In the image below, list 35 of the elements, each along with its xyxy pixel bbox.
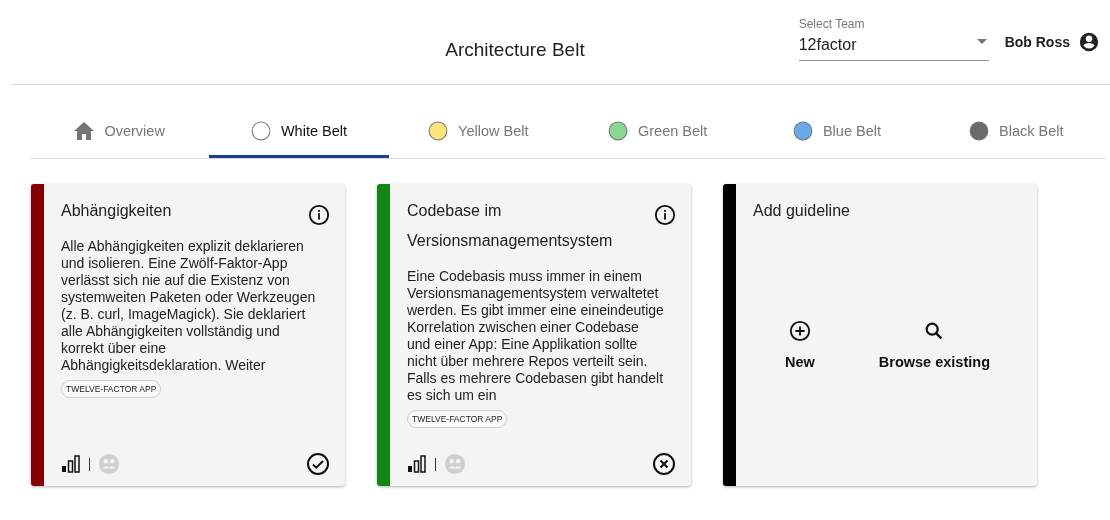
add-circle-icon	[788, 320, 811, 342]
belt-tab[interactable]: White Belt	[209, 107, 389, 158]
caret-icon	[976, 39, 987, 44]
add-action-button[interactable]: Browse existing	[874, 316, 994, 374]
belt-dot-icon	[250, 121, 271, 141]
belt-tab[interactable]: Overview	[30, 107, 210, 158]
card-title: Abhängigkeiten	[61, 201, 172, 221]
info-icon[interactable]	[654, 204, 676, 226]
belt-tab[interactable]: Green Belt	[568, 107, 748, 158]
card-title: Codebase im Versionsmanagementsystem	[407, 201, 614, 251]
belt-tab[interactable]: Blue Belt	[747, 107, 927, 158]
cancel-circle-icon[interactable]	[652, 452, 676, 476]
add-action-button[interactable]: New	[781, 316, 819, 374]
team-icon	[444, 453, 466, 475]
belt-dot-icon	[792, 121, 813, 141]
account-icon[interactable]	[1078, 31, 1100, 53]
tag-chip[interactable]: TWELVE-FACTOR APP	[61, 380, 162, 398]
difficulty-icon	[407, 455, 427, 473]
home-icon	[74, 122, 95, 140]
card-description: Eine Codebasis muss immer in einem Versionsmanagementsystem verwaltetet werden. Es gibt immer eine eineindeutige Korrelation zwischen einer Codebase und einer App: Eine Applikation sollte nicht über mehrere Repos verteilt sein. Falls es mehrere Codebasen gibt handelt es sich um ein	[407, 268, 664, 404]
belt-tab[interactable]: Yellow Belt	[388, 107, 568, 158]
check-circle-icon[interactable]	[306, 452, 330, 476]
belt-tab[interactable]: Black Belt	[926, 107, 1106, 158]
team-icon	[98, 453, 120, 475]
user-name[interactable]: Bob Ross	[1004, 34, 1070, 50]
belt-dot-icon	[608, 121, 628, 141]
app-title: Architecture Belt	[444, 38, 586, 61]
card-title: Add guideline	[753, 201, 850, 221]
card-description: Alle Abhängigkeiten explizit deklarieren und isolieren. Eine Zwölf-Faktor-App verlässt sich nie auf die Existenz von systemweiten Paketen oder Werkzeugen (z. B. curl, ImageMagick). Sie deklariert alle Abhängigkeiten vollständig und korrekt über eine Abhängigkeitsdeklaration. Weiter	[61, 238, 317, 374]
belt-dot-icon	[969, 121, 990, 141]
tag-chip[interactable]: TWELVE-FACTOR APP	[407, 410, 508, 428]
info-icon[interactable]	[308, 204, 330, 226]
team-select[interactable]: Select Team 12factor	[798, 13, 989, 61]
difficulty-icon	[61, 455, 81, 473]
belt-dot-icon	[428, 121, 449, 141]
